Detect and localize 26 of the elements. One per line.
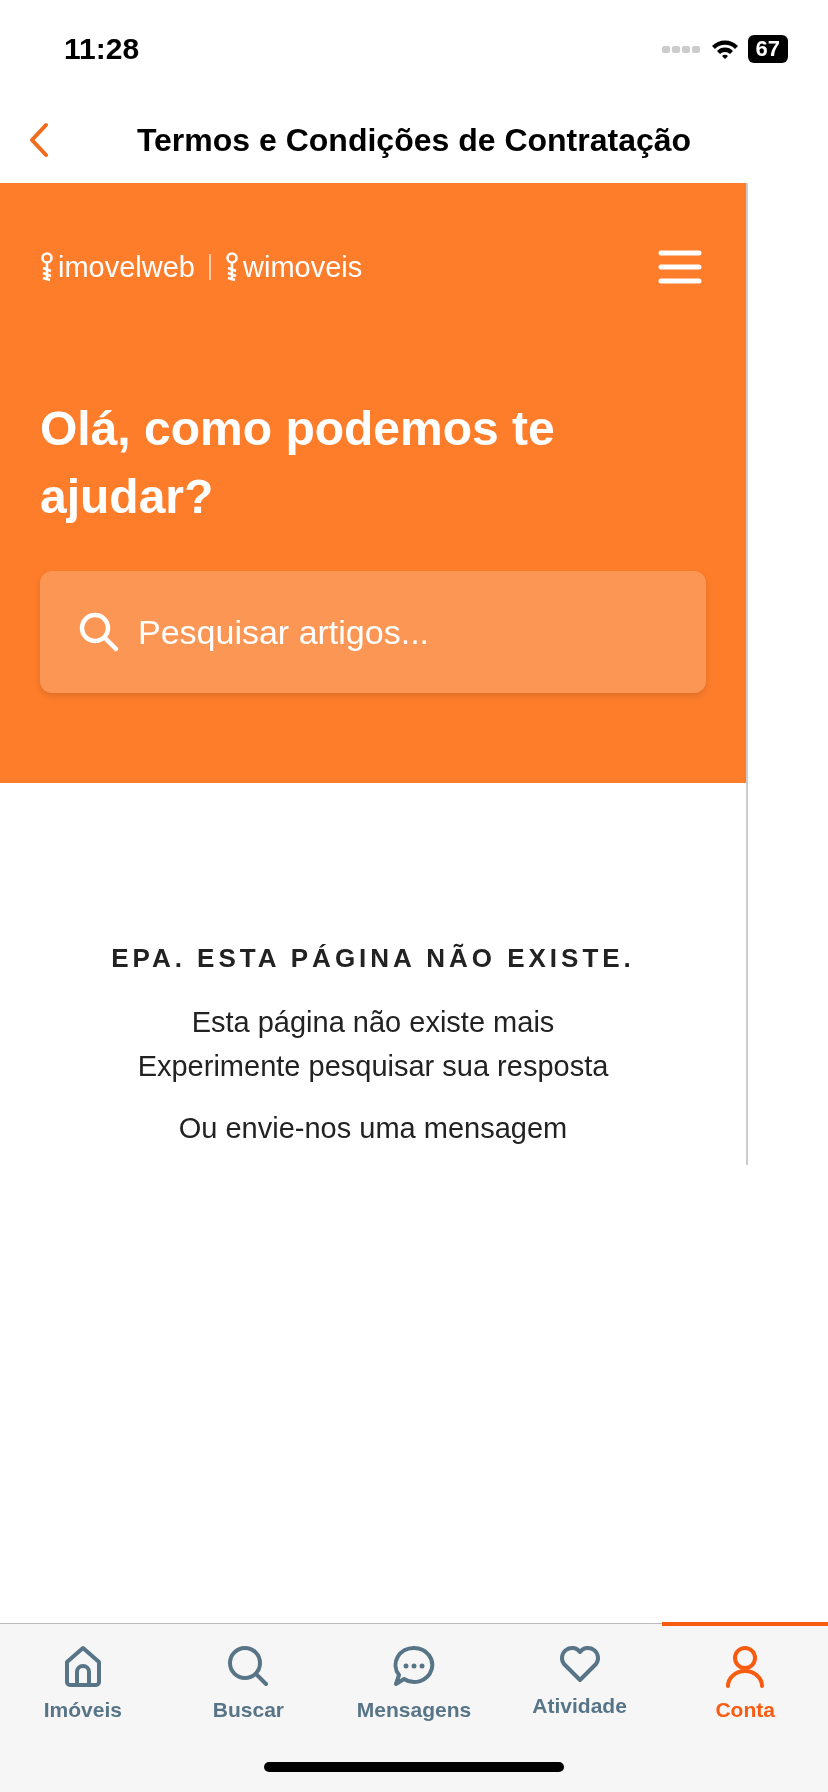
- key-icon: [40, 252, 54, 282]
- battery-level: 67: [747, 35, 788, 63]
- brand-logo[interactable]: wimoveis: [243, 250, 363, 284]
- signal-icon: [661, 44, 702, 54]
- error-title: EPA. ESTA PÁGINA NÃO EXISTE.: [111, 943, 635, 974]
- tab-item[interactable]: Buscar: [165, 1622, 332, 1740]
- chat-icon: [392, 1644, 436, 1688]
- menu-icon[interactable]: [658, 249, 702, 285]
- search-icon: [78, 611, 120, 653]
- tab-item[interactable]: Atividade: [496, 1622, 663, 1740]
- error-message: Experimente pesquisar sua resposta: [137, 1049, 609, 1084]
- search-icon: [226, 1644, 271, 1688]
- error-message: Esta página não existe mais: [190, 1005, 556, 1040]
- help-heading: Olá, como podemos te ajudar?: [40, 401, 556, 525]
- home-icon: [62, 1644, 103, 1688]
- tab-item[interactable]: Mensagens: [331, 1622, 497, 1740]
- back-icon[interactable]: [28, 122, 50, 158]
- nav-title: Termos e Condições de Contratação: [136, 122, 692, 159]
- tab-item[interactable]: Imóveis: [0, 1622, 166, 1740]
- status-time: 11:28: [64, 32, 140, 66]
- key-icon: [225, 252, 239, 282]
- search-field[interactable]: Pesquisar artigos...: [40, 571, 706, 693]
- tab-item[interactable]: Conta: [662, 1622, 828, 1740]
- contact-link[interactable]: Ou envie-nos uma mensagem: [178, 1112, 568, 1145]
- brand-logo[interactable]: imovelweb: [58, 250, 195, 284]
- heart-icon: [557, 1644, 602, 1684]
